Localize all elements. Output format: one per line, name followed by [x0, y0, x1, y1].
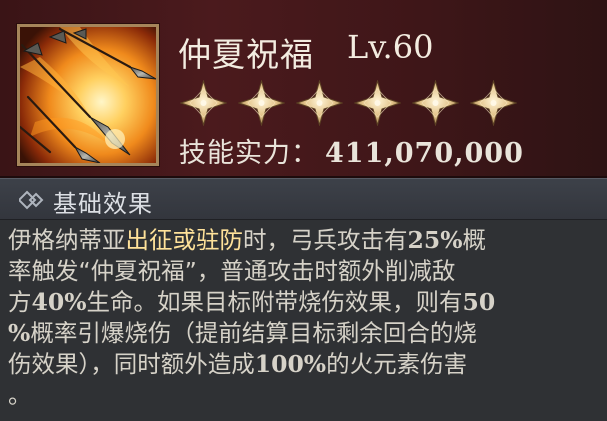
description-text: 伤效果），同时额外造成: [8, 350, 255, 378]
description-text: 时，弓兵攻击有: [243, 226, 408, 254]
skill-description: 伊格纳蒂亚出征或驻防时，弓兵攻击有25%概 率触发“仲夏祝福”，普通攻击时额外削减…: [8, 225, 598, 411]
description-text: 伊格纳蒂亚: [8, 226, 126, 254]
description-text: 方: [8, 288, 32, 316]
spear-fire-icon: [20, 27, 156, 163]
skill-name: 仲夏祝福: [178, 35, 314, 74]
double-diamond-icon: [19, 190, 44, 210]
number-text: %: [8, 319, 31, 347]
skill-icon-frame[interactable]: [17, 24, 159, 166]
star-filled-icon: [354, 80, 401, 126]
description-line: 率触发“仲夏祝福”，普通攻击时额外削减敌: [8, 256, 598, 287]
description-text: 率触发“仲夏祝福”，普通攻击时额外削减敌: [8, 257, 456, 285]
description-text: 生命。如果目标附带烧伤效果，则有: [86, 288, 463, 316]
description-line: %概率引爆烧伤（提前结算目标剩余回合的烧: [8, 318, 598, 349]
star-filled-icon: [412, 80, 459, 126]
description-text: 概率引爆烧伤（提前结算目标剩余回合的烧: [30, 319, 477, 347]
skill-power-value: 411,070,000: [325, 138, 524, 169]
description-text: 的火元素伤害: [326, 350, 468, 378]
skill-header: 仲夏祝福 Lv.60 技能实力： 411,070,000: [0, 0, 607, 178]
description-text: 概: [462, 226, 487, 254]
star-filled-icon: [470, 80, 517, 126]
section-header: 基础效果: [0, 178, 607, 220]
description-text: 。: [8, 381, 32, 409]
description-line: 。: [8, 380, 598, 411]
skill-level: Lv.60: [347, 28, 434, 66]
number-text: 25%: [407, 226, 463, 254]
number-text: 100%: [254, 350, 327, 378]
skill-power: 技能实力： 411,070,000: [179, 131, 524, 170]
star-filled-icon: [296, 80, 343, 126]
highlight-text: 出征或驻防: [125, 226, 244, 254]
skill-card: 仲夏祝福 Lv.60 技能实力： 411,070,000 基础效果 伊格纳蒂亚出…: [0, 0, 607, 421]
star-rating: [180, 80, 517, 126]
number-text: 50: [462, 288, 496, 316]
description-line: 方40%生命。如果目标附带烧伤效果，则有50: [8, 287, 598, 318]
star-filled-icon: [238, 80, 285, 126]
section-title: 基础效果: [53, 190, 153, 218]
number-text: 40%: [31, 288, 87, 316]
skill-power-label: 技能实力：: [179, 138, 319, 169]
description-line: 伤效果），同时额外造成100%的火元素伤害: [8, 349, 598, 380]
star-filled-icon: [180, 80, 227, 126]
description-line: 伊格纳蒂亚出征或驻防时，弓兵攻击有25%概: [8, 225, 598, 256]
